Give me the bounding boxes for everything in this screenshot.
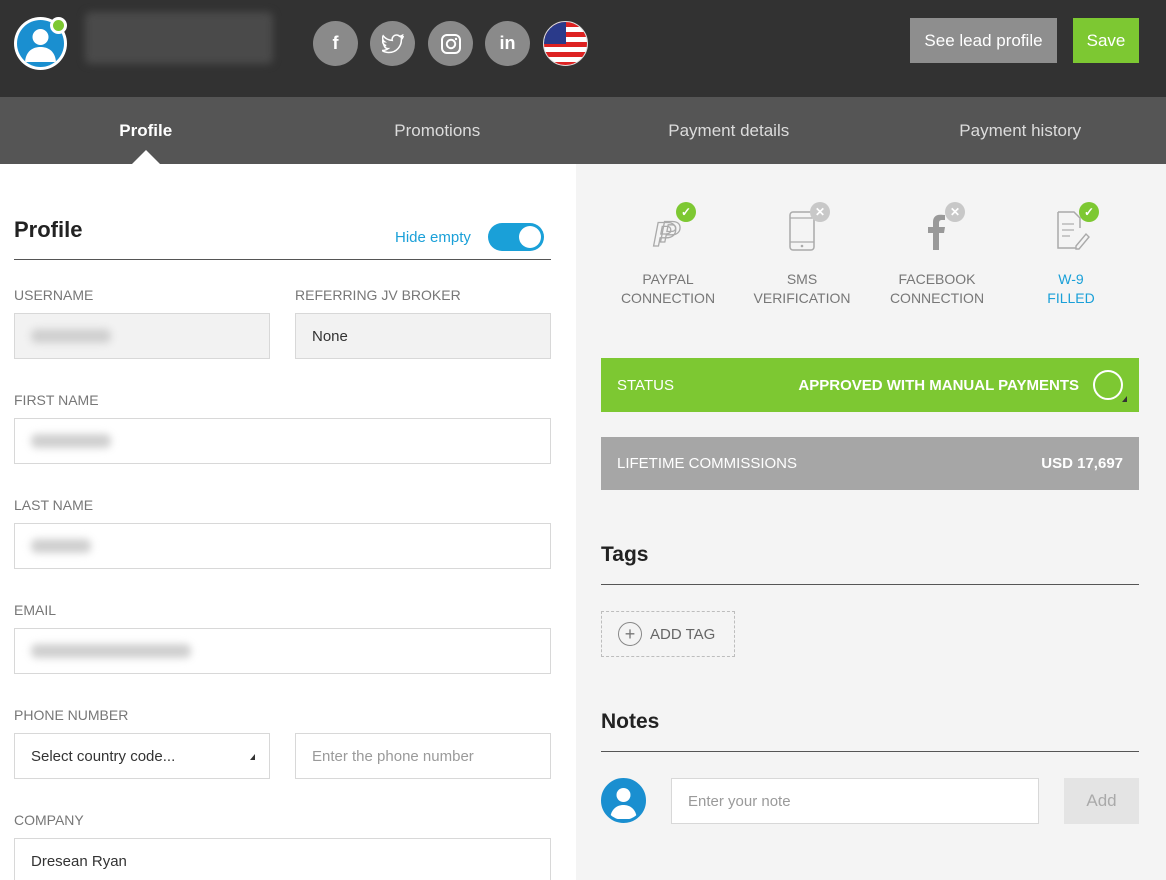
hide-empty-label: Hide empty bbox=[395, 229, 471, 246]
facebook-label-line2: CONNECTION bbox=[889, 290, 985, 306]
x-badge-icon: ✕ bbox=[945, 202, 965, 222]
summary-panel: PP ✓ PAYPAL CONNECTION ✕ SMS VERIFICATIO… bbox=[576, 164, 1166, 880]
tab-payment-history[interactable]: Payment history bbox=[875, 97, 1166, 164]
profile-divider bbox=[14, 259, 551, 260]
phone-number-input[interactable] bbox=[312, 747, 550, 765]
tab-promotions[interactable]: Promotions bbox=[292, 97, 584, 164]
instagram-glyph-icon bbox=[440, 33, 461, 54]
top-bar: f in See lead profile Save bbox=[0, 0, 1166, 97]
last-name-label: LAST NAME bbox=[14, 497, 94, 513]
company-value: Dresean Ryan bbox=[31, 852, 127, 870]
status-dropdown-icon[interactable] bbox=[1093, 370, 1127, 402]
facebook-glyph: f bbox=[332, 33, 339, 53]
profile-panel: Profile Hide empty USERNAME REFERRING JV… bbox=[0, 164, 576, 880]
facebook-label-line1: FACEBOOK bbox=[898, 271, 976, 287]
linkedin-glyph: in bbox=[499, 33, 516, 53]
last-name-field[interactable] bbox=[14, 523, 551, 569]
phone-number-label: PHONE NUMBER bbox=[14, 707, 129, 723]
plus-icon: + bbox=[618, 622, 642, 646]
document-edit-icon: ✓ bbox=[1046, 202, 1099, 254]
toggle-knob bbox=[519, 226, 541, 248]
referring-broker-value: None bbox=[312, 327, 348, 345]
lifetime-commissions-bar: LIFETIME COMMISSIONS USD 17,697 bbox=[601, 437, 1139, 490]
paypal-label-line1: PAYPAL bbox=[642, 271, 694, 287]
tab-profile[interactable]: Profile bbox=[0, 97, 292, 164]
lifetime-commissions-label: LIFETIME COMMISSIONS bbox=[617, 455, 798, 472]
tab-payment-details[interactable]: Payment details bbox=[583, 97, 875, 164]
username-field bbox=[14, 313, 270, 359]
company-label: COMPANY bbox=[14, 812, 84, 828]
paypal-label-line2: CONNECTION bbox=[620, 290, 716, 306]
check-badge-icon: ✓ bbox=[676, 202, 696, 222]
online-status-dot bbox=[50, 17, 67, 34]
facebook-connection-label: FACEBOOK CONNECTION bbox=[872, 270, 1002, 308]
phone-icon: ✕ bbox=[777, 202, 830, 254]
profile-section-title: Profile bbox=[14, 217, 83, 242]
country-code-value: Select country code... bbox=[31, 747, 176, 765]
see-lead-profile-button[interactable]: See lead profile bbox=[910, 18, 1057, 63]
us-flag-icon bbox=[543, 21, 588, 66]
w9-label-line2: FILLED bbox=[1047, 290, 1095, 306]
tags-divider bbox=[601, 584, 1139, 585]
check-badge-icon: ✓ bbox=[1079, 202, 1099, 222]
status-label: STATUS bbox=[617, 376, 674, 394]
note-avatar-icon bbox=[601, 778, 646, 823]
flag-canton bbox=[544, 22, 566, 44]
user-avatar[interactable] bbox=[14, 17, 67, 70]
username-label: USERNAME bbox=[14, 287, 94, 303]
email-label: EMAIL bbox=[14, 602, 57, 618]
linkedin-icon[interactable]: in bbox=[485, 21, 530, 66]
notes-divider bbox=[601, 751, 1139, 752]
add-note-button[interactable]: Add bbox=[1064, 778, 1139, 824]
facebook-connection-item: ✕ FACEBOOK CONNECTION bbox=[872, 202, 1002, 308]
twitter-bird-icon bbox=[381, 33, 404, 53]
paypal-connection-label: PAYPAL CONNECTION bbox=[603, 270, 733, 308]
paypal-connection-item: PP ✓ PAYPAL CONNECTION bbox=[603, 202, 733, 308]
w9-label-line1: W-9 bbox=[1058, 271, 1084, 287]
note-field[interactable] bbox=[671, 778, 1039, 824]
first-name-field[interactable] bbox=[14, 418, 551, 464]
user-name-blurred bbox=[85, 12, 273, 64]
hide-empty-toggle[interactable] bbox=[488, 223, 544, 251]
sms-label-line1: SMS VERIFICATION bbox=[753, 271, 851, 306]
status-value: APPROVED WITH MANUAL PAYMENTS bbox=[798, 376, 1079, 394]
add-tag-label: ADD TAG bbox=[650, 625, 716, 643]
facebook-icon[interactable]: f bbox=[313, 21, 358, 66]
select-caret-icon bbox=[250, 754, 255, 760]
instagram-icon[interactable] bbox=[428, 21, 473, 66]
first-name-label: FIRST NAME bbox=[14, 392, 99, 408]
w9-filled-label: W-9 FILLED bbox=[1006, 270, 1136, 308]
tab-bar: Profile Promotions Payment details Payme… bbox=[0, 97, 1166, 164]
last-name-value-blurred bbox=[31, 539, 91, 553]
add-tag-button[interactable]: + ADD TAG bbox=[601, 611, 735, 657]
w9-filled-item: ✓ W-9 FILLED bbox=[1006, 202, 1136, 308]
x-badge-icon: ✕ bbox=[810, 202, 830, 222]
note-input[interactable] bbox=[688, 792, 1038, 810]
sms-verification-label: SMS VERIFICATION bbox=[737, 270, 867, 308]
notes-title: Notes bbox=[601, 710, 660, 733]
email-field[interactable] bbox=[14, 628, 551, 674]
first-name-value-blurred bbox=[31, 434, 111, 448]
paypal-icon: PP ✓ bbox=[643, 202, 696, 255]
referring-broker-field: None bbox=[295, 313, 551, 359]
phone-number-field[interactable] bbox=[295, 733, 551, 779]
save-button[interactable]: Save bbox=[1073, 18, 1139, 63]
twitter-icon[interactable] bbox=[370, 21, 415, 66]
svg-text:P: P bbox=[660, 216, 681, 249]
company-field[interactable]: Dresean Ryan bbox=[14, 838, 551, 880]
username-value-blurred bbox=[31, 329, 111, 343]
referring-broker-label: REFERRING JV BROKER bbox=[295, 287, 461, 303]
tags-title: Tags bbox=[601, 543, 649, 566]
email-value-blurred bbox=[31, 644, 191, 658]
sms-verification-item: ✕ SMS VERIFICATION bbox=[737, 202, 867, 308]
facebook-icon: ✕ bbox=[912, 202, 965, 254]
status-bar[interactable]: STATUS APPROVED WITH MANUAL PAYMENTS bbox=[601, 358, 1139, 412]
lifetime-commissions-value: USD 17,697 bbox=[1041, 455, 1123, 472]
country-code-select[interactable]: Select country code... bbox=[14, 733, 270, 779]
